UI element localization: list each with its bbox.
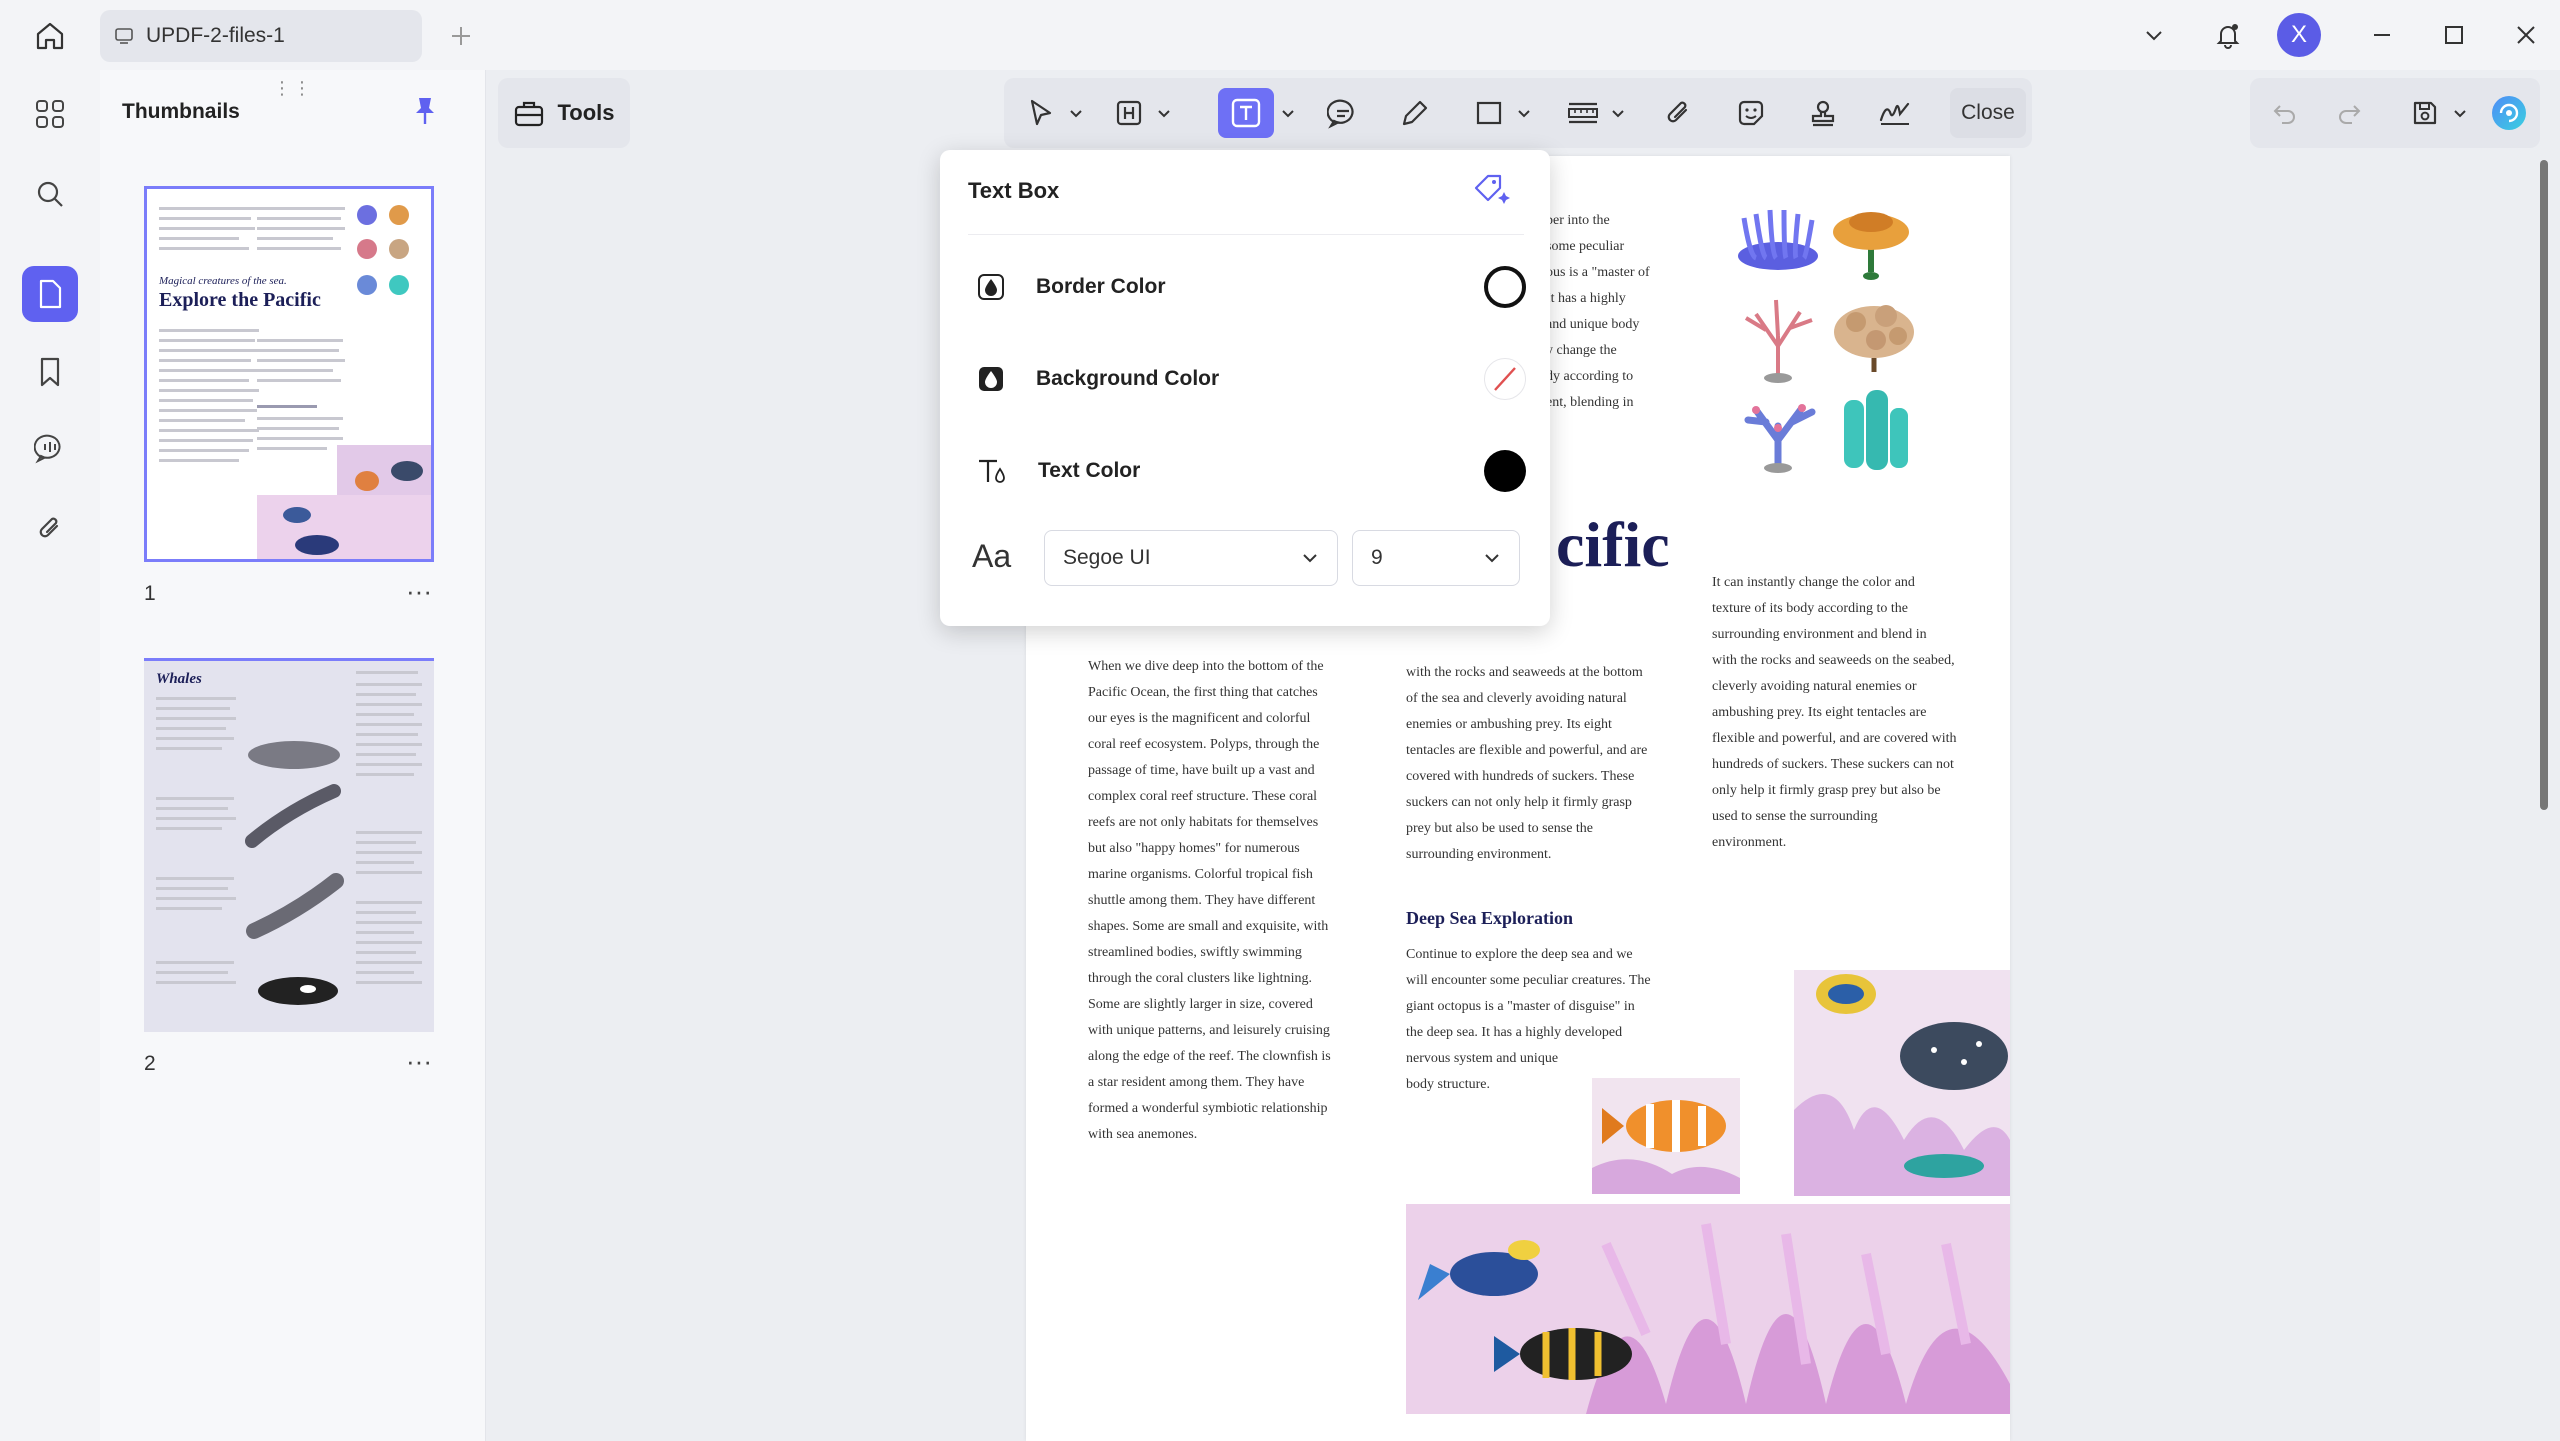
- text-color-row[interactable]: Text Color: [976, 446, 1526, 496]
- home-icon[interactable]: [28, 16, 72, 56]
- select-cursor-icon[interactable]: [1016, 88, 1066, 138]
- redo-icon[interactable]: [2324, 88, 2374, 138]
- page-2-more-button[interactable]: ···: [406, 1048, 432, 1074]
- pin-icon[interactable]: [412, 96, 438, 126]
- close-window-icon[interactable]: [2506, 12, 2546, 58]
- thumb1-subtitle: Magical creatures of the sea.: [159, 275, 287, 287]
- stamp-icon[interactable]: [1798, 88, 1848, 138]
- background-color-row[interactable]: Background Color: [976, 354, 1526, 404]
- page-title-fragment: cific: [1556, 509, 1670, 580]
- signature-icon[interactable]: [1870, 88, 1920, 138]
- pufferfish-image: [1794, 970, 2010, 1196]
- thumbnails-page-icon[interactable]: [22, 266, 78, 322]
- title-bar: UPDF-2-files-1 X: [0, 0, 2560, 70]
- document-tab[interactable]: UPDF-2-files-1: [100, 10, 422, 62]
- save-icon[interactable]: [2400, 88, 2450, 138]
- edit-toolbar: Close: [1004, 78, 2032, 148]
- thumb1-title: Explore the Pacific: [159, 289, 321, 311]
- vertical-scrollbar[interactable]: [2540, 160, 2548, 810]
- coral-images: [1726, 196, 1936, 486]
- apps-grid-icon[interactable]: [22, 86, 78, 142]
- section-heading: Deep Sea Exploration: [1406, 908, 1574, 928]
- thumb2-title: Whales: [156, 671, 202, 687]
- page-number-2: 2: [144, 1052, 156, 1075]
- top-text-block: per into the some peculiar ous is a "mas…: [1546, 213, 1650, 410]
- page-1-more-button[interactable]: ···: [406, 578, 432, 604]
- text-color-icon: [976, 455, 1008, 487]
- column-3-text: It can instantly change the color and te…: [1712, 575, 1957, 850]
- toolbox-icon: [513, 98, 545, 128]
- select-dropdown-chevron-icon[interactable]: [1064, 88, 1088, 138]
- text-color-swatch[interactable]: [1484, 450, 1526, 492]
- tools-button[interactable]: Tools: [498, 78, 630, 148]
- font-family-select[interactable]: Segoe UI: [1044, 530, 1338, 586]
- notification-bell-icon[interactable]: [2206, 12, 2250, 58]
- attach-file-icon[interactable]: [1654, 88, 1704, 138]
- rectangle-shape-icon[interactable]: [1464, 88, 1514, 138]
- comment-icon[interactable]: [1318, 88, 1368, 138]
- measure-dropdown-chevron-icon[interactable]: [1606, 88, 1630, 138]
- pen-draw-icon[interactable]: [1390, 88, 1440, 138]
- column-1-text: When we dive deep into the bottom of the…: [1088, 659, 1331, 1142]
- text-color-label: Text Color: [1038, 459, 1141, 482]
- font-size-chevron-icon: [1483, 549, 1501, 567]
- save-dropdown-chevron-icon[interactable]: [2448, 88, 2472, 138]
- font-icon: Aa: [972, 538, 1012, 574]
- border-color-drop-icon: [976, 272, 1006, 302]
- bookmark-icon[interactable]: [22, 344, 78, 400]
- page-thumbnail-2[interactable]: Whales: [144, 658, 434, 1032]
- clownfish-image: [1592, 1078, 1740, 1194]
- page-number-1: 1: [144, 582, 156, 605]
- font-size-value: 9: [1371, 546, 1383, 569]
- sticker-icon[interactable]: [1726, 88, 1776, 138]
- ai-sparkle-tag-icon[interactable]: [1470, 172, 1510, 208]
- document-tab-icon: [114, 26, 134, 46]
- shape-dropdown-chevron-icon[interactable]: [1512, 88, 1536, 138]
- border-color-swatch[interactable]: [1484, 266, 1526, 308]
- border-color-row[interactable]: Border Color: [976, 262, 1526, 312]
- section-text: Continue to explore the deep sea and we …: [1406, 947, 1651, 1092]
- maximize-icon[interactable]: [2434, 12, 2474, 58]
- background-no-color-swatch[interactable]: [1484, 358, 1526, 400]
- left-rail: [0, 70, 100, 1441]
- user-avatar[interactable]: X: [2276, 12, 2322, 58]
- thumbnails-panel: ⋮⋮ Thumbnails Magical creatures of the s…: [100, 70, 486, 1441]
- font-family-chevron-icon: [1301, 549, 1319, 567]
- tropical-fish-coral-image: [1406, 1204, 2010, 1414]
- panel-resize-grip[interactable]: ⋮⋮: [273, 78, 313, 99]
- text-box-tool-icon[interactable]: [1218, 88, 1274, 138]
- background-color-drop-icon: [976, 364, 1006, 394]
- new-tab-plus-icon[interactable]: [443, 18, 479, 54]
- text-box-properties-popup: Text Box Border Color Background Color T…: [940, 150, 1550, 626]
- page-thumbnail-1[interactable]: Magical creatures of the sea. Explore th…: [144, 186, 434, 562]
- thumb-coral-images: [351, 201, 421, 305]
- comments-icon[interactable]: [22, 420, 78, 476]
- undo-icon[interactable]: [2260, 88, 2310, 138]
- history-toolbar: [2250, 78, 2540, 148]
- font-size-select[interactable]: 9: [1352, 530, 1520, 586]
- tabs-dropdown-icon[interactable]: [2134, 12, 2174, 58]
- text-box-dropdown-chevron-icon[interactable]: [1276, 88, 1300, 138]
- thumb-fish-image: [257, 425, 431, 559]
- font-family-value: Segoe UI: [1063, 546, 1151, 569]
- attachment-icon[interactable]: [22, 500, 78, 556]
- search-icon[interactable]: [22, 166, 78, 222]
- thumb-whale-images: [238, 721, 348, 1021]
- border-color-label: Border Color: [1036, 275, 1166, 298]
- thumbnails-title: Thumbnails: [122, 100, 240, 123]
- popup-title: Text Box: [968, 178, 1060, 203]
- highlight-text-icon[interactable]: [1104, 88, 1154, 138]
- tools-label: Tools: [557, 100, 615, 125]
- ai-assistant-icon[interactable]: [2484, 88, 2534, 138]
- highlight-dropdown-chevron-icon[interactable]: [1152, 88, 1176, 138]
- document-tab-title: UPDF-2-files-1: [146, 24, 285, 47]
- popup-divider: [968, 234, 1524, 235]
- close-toolbar-button[interactable]: Close: [1950, 88, 2026, 138]
- minimize-icon[interactable]: [2362, 12, 2402, 58]
- measure-ruler-icon[interactable]: [1558, 88, 1608, 138]
- column-2-text: with the rocks and seaweeds at the botto…: [1406, 665, 1648, 862]
- background-color-label: Background Color: [1036, 367, 1220, 390]
